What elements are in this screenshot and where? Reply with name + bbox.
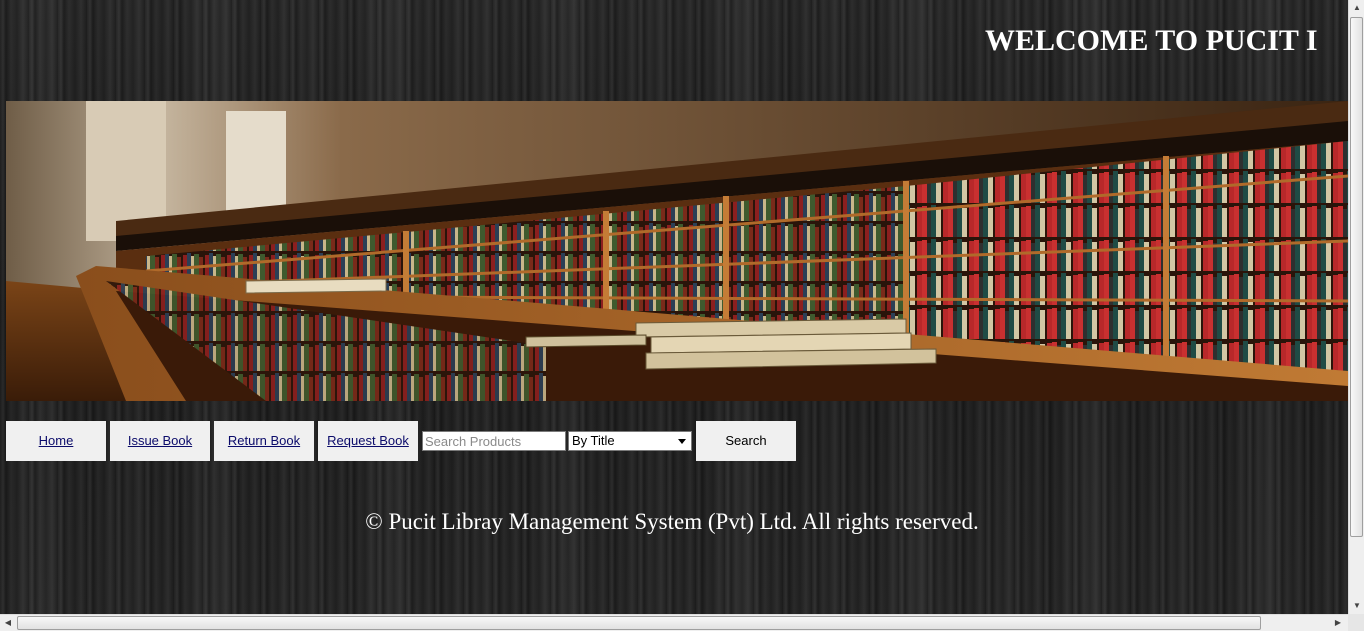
horizontal-scroll-thumb[interactable] (17, 616, 1261, 630)
left-arrow-icon[interactable]: ◀ (0, 615, 16, 631)
horizontal-scrollbar[interactable]: ◀ ▶ (0, 614, 1348, 631)
vertical-scrollbar[interactable]: ▲ ▼ (1348, 0, 1364, 614)
chevron-down-icon (678, 439, 686, 444)
nav-home-link[interactable]: Home (6, 421, 106, 461)
search-input[interactable] (422, 431, 566, 451)
down-arrow-icon[interactable]: ▼ (1349, 598, 1364, 614)
library-banner-image (6, 101, 1348, 401)
search-filter-select[interactable]: By Title (568, 431, 692, 451)
filter-selected-value: By Title (572, 433, 615, 448)
page-background: WELCOME TO PUCIT I Home Issue Book Retur… (0, 0, 1348, 614)
search-button[interactable]: Search (696, 421, 796, 461)
nav-return-book-link[interactable]: Return Book (214, 421, 314, 461)
welcome-heading: WELCOME TO PUCIT I (985, 24, 1318, 57)
nav-issue-book-link[interactable]: Issue Book (110, 421, 210, 461)
scrollbar-corner (1348, 614, 1364, 631)
footer-copyright: © Pucit Libray Management System (Pvt) L… (365, 509, 979, 534)
up-arrow-icon[interactable]: ▲ (1349, 0, 1364, 16)
nav-request-book-link[interactable]: Request Book (318, 421, 418, 461)
right-arrow-icon[interactable]: ▶ (1330, 615, 1346, 631)
vertical-scroll-thumb[interactable] (1350, 17, 1363, 537)
